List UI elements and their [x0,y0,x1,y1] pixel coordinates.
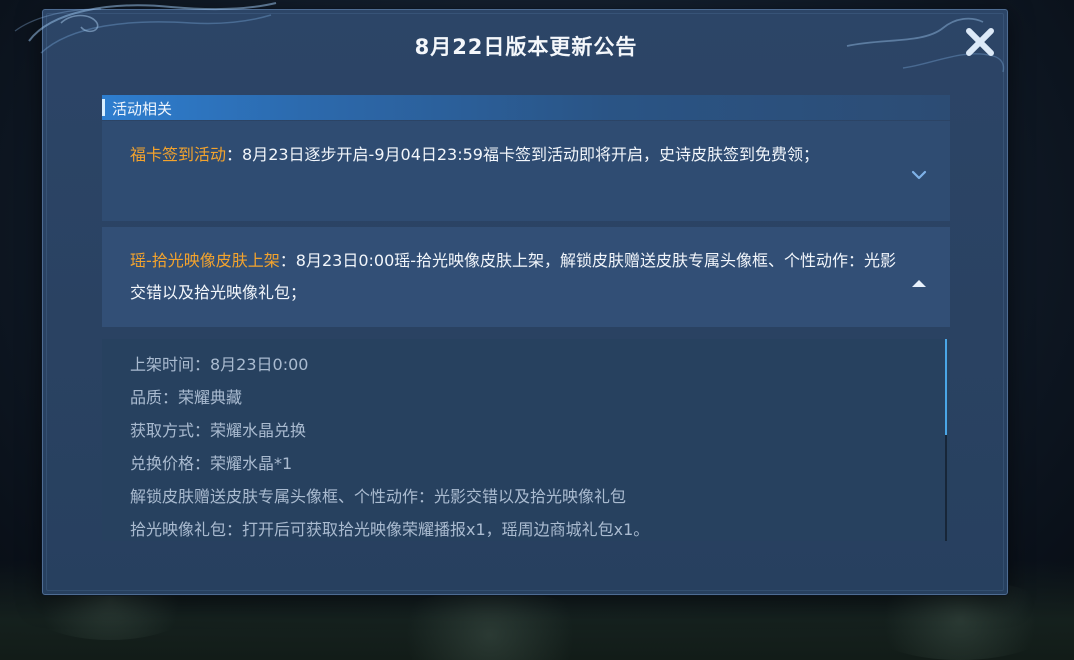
accordion-item-text: 福卡签到活动：8月23日逐步开启-9月04日23:59福卡签到活动即将开启，史诗… [130,139,900,171]
section-header-label: 活动相关 [112,100,173,118]
section-header: 活动相关 [102,95,950,120]
chevron-up-icon[interactable] [910,277,928,289]
accordion-item-fuka-checkin[interactable]: 福卡签到活动：8月23日逐步开启-9月04日23:59福卡签到活动即将开启，史诗… [102,121,950,221]
close-x-icon [966,28,994,56]
detail-line-gift-pack: 拾光映像礼包：打开后可获取拾光映像荣耀播报x1，瑶周边商城礼包x1。 [130,520,650,539]
dialog-title: 8月22日版本更新公告 [414,35,638,59]
detail-line-unlock-rewards: 解锁皮肤赠送皮肤专属头像框、个性动作：光影交错以及拾光映像礼包 [130,487,627,506]
close-button[interactable] [961,23,999,61]
accordion-item-highlight: 瑶-拾光映像皮肤上架 [130,251,280,270]
accordion-item-yao-skin[interactable]: 瑶-拾光映像皮肤上架：8月23日0:00瑶-拾光映像皮肤上架，解锁皮肤赠送皮肤专… [102,227,950,327]
detail-line-price: 兑换价格：荣耀水晶*1 [130,454,293,473]
detail-line-release-time: 上架时间：8月23日0:00 [130,355,309,374]
detail-lines: 上架时间：8月23日0:00 品质：荣耀典藏 获取方式：荣耀水晶兑换 兑换价格：… [130,348,910,541]
scrollbar-thumb[interactable] [945,339,947,435]
expanded-detail-panel[interactable]: 上架时间：8月23日0:00 品质：荣耀典藏 获取方式：荣耀水晶兑换 兑换价格：… [102,339,950,541]
accordion-item-text: 瑶-拾光映像皮肤上架：8月23日0:00瑶-拾光映像皮肤上架，解锁皮肤赠送皮肤专… [130,245,900,309]
section-header-marker [102,99,105,116]
announcement-dialog: 8月22日版本更新公告 活动相关 福卡签到活动：8月23日逐步开启-9月04日2… [14,2,1008,595]
detail-line-quality: 品质：荣耀典藏 [130,388,243,407]
accordion-item-highlight: 福卡签到活动 [130,145,227,164]
scrollbar-track[interactable] [945,339,947,541]
chevron-down-icon[interactable] [910,169,928,181]
announcement-content[interactable]: 活动相关 福卡签到活动：8月23日逐步开启-9月04日23:59福卡签到活动即将… [102,95,950,541]
accordion-item-body: ：8月23日逐步开启-9月04日23:59福卡签到活动即将开启，史诗皮肤签到免费… [226,145,819,164]
detail-line-acquire-method: 获取方式：荣耀水晶兑换 [130,421,307,440]
